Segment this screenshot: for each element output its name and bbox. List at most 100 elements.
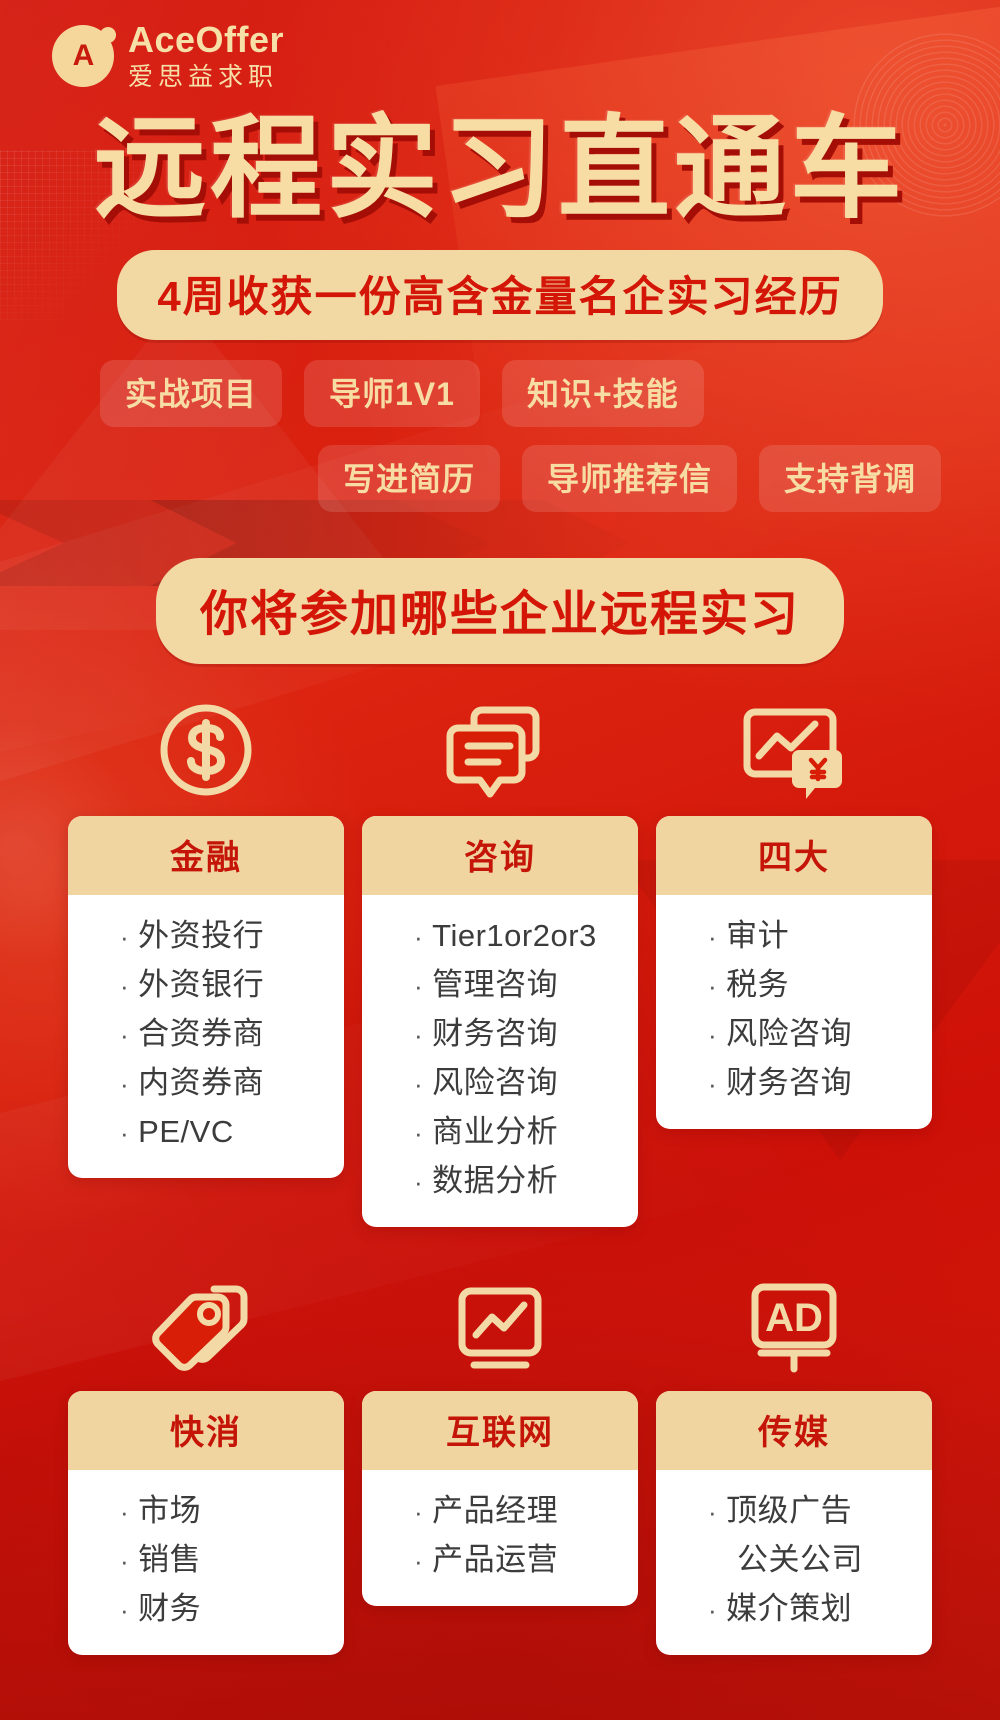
list-item: · PE/VC bbox=[120, 1107, 344, 1156]
bullet-icon: · bbox=[120, 1594, 130, 1625]
list-item-label: 市场 bbox=[138, 1492, 202, 1528]
chart-yen-icon bbox=[739, 690, 849, 802]
bullet-icon: · bbox=[120, 1117, 130, 1148]
list-item-label: 风险咨询 bbox=[432, 1064, 559, 1100]
bullet-icon: · bbox=[414, 1166, 424, 1197]
list-item: · 媒介策划 bbox=[708, 1584, 932, 1633]
list-item: · Tier1or2or3 bbox=[414, 911, 638, 960]
category-column-fmcg: 快消 · 市场 · 销售 · 财务 bbox=[68, 1265, 344, 1655]
list-item: · 风险咨询 bbox=[414, 1058, 638, 1107]
list-item: · 商业分析 bbox=[414, 1107, 638, 1156]
list-item: · 审计 bbox=[708, 911, 932, 960]
card-title: 快消 bbox=[68, 1390, 344, 1470]
dollar-coin-icon bbox=[154, 690, 258, 802]
list-item: · 财务咨询 bbox=[414, 1009, 638, 1058]
bullet-icon: · bbox=[708, 970, 718, 1001]
bullet-icon: · bbox=[414, 1545, 424, 1576]
list-item-label: 内资券商 bbox=[138, 1064, 265, 1100]
bullet-icon: · bbox=[120, 1068, 130, 1099]
list-item-label: 商业分析 bbox=[432, 1113, 559, 1149]
list-item-label: 数据分析 bbox=[432, 1162, 559, 1198]
brand-logo: A AceOffer 爱思益求职 bbox=[0, 0, 1000, 90]
page-title: 远程实习直通车 bbox=[94, 106, 906, 231]
feature-tag: 导师推荐信 bbox=[522, 444, 738, 512]
list-item-label: 管理咨询 bbox=[432, 966, 559, 1002]
list-item-label: 公关公司 bbox=[737, 1541, 863, 1577]
feature-tags-row-1: 实战项目 导师1V1 知识+技能 bbox=[0, 359, 1000, 427]
ad-board-icon: AD bbox=[741, 1265, 847, 1377]
chart-monitor-icon bbox=[446, 1265, 554, 1377]
category-column-finance: 金融 · 外资投行 · 外资银行 · 合资券商 · 内资券商 · PE/VC bbox=[68, 690, 344, 1227]
bullet-icon: · bbox=[708, 921, 718, 952]
card-items: · Tier1or2or3 · 管理咨询 · 财务咨询 · 风险咨询 · 商业分析 · 数据… bbox=[362, 895, 638, 1227]
feature-tags-row-2: 写进简历 导师推荐信 支持背调 bbox=[0, 444, 1000, 512]
list-item: · 顶级广告 bbox=[708, 1486, 932, 1535]
category-grid-row-2: 快消 · 市场 · 销售 · 财务 互联网 · 产品经理 · 产品运营 AD 传… bbox=[0, 1265, 1000, 1655]
list-item: · 市场 bbox=[120, 1486, 344, 1535]
list-item-label: 财务咨询 bbox=[726, 1064, 853, 1100]
card-title: 咨询 bbox=[362, 815, 638, 895]
list-item-label: 外资投行 bbox=[138, 917, 265, 953]
list-item-label: 风险咨询 bbox=[726, 1015, 853, 1051]
bullet-icon: · bbox=[414, 970, 424, 1001]
list-item: · 外资投行 bbox=[120, 911, 344, 960]
card-title: 互联网 bbox=[362, 1390, 638, 1470]
feature-tag: 导师1V1 bbox=[304, 359, 480, 427]
bullet-icon: · bbox=[414, 1019, 424, 1050]
category-card: 快消 · 市场 · 销售 · 财务 bbox=[68, 1390, 344, 1655]
category-card: 金融 · 外资投行 · 外资银行 · 合资券商 · 内资券商 · PE/VC bbox=[68, 815, 344, 1178]
brand-name-en: AceOffer bbox=[128, 19, 285, 60]
category-column-big-four: 四大 · 审计 · 税务 · 风险咨询 · 财务咨询 bbox=[656, 690, 932, 1227]
bullet-icon: · bbox=[414, 1068, 424, 1099]
feature-tag: 写进简历 bbox=[318, 444, 501, 512]
subtitle-banner: 4周收获一份高含金量名企实习经历 bbox=[117, 249, 883, 340]
category-column-media: AD 传媒 · 顶级广告 公关公司 · 媒介策划 bbox=[656, 1265, 932, 1655]
category-column-internet: 互联网 · 产品经理 · 产品运营 bbox=[362, 1265, 638, 1655]
card-title: 四大 bbox=[656, 815, 932, 895]
list-item-label: Tier1or2or3 bbox=[432, 917, 597, 953]
list-item: · 风险咨询 bbox=[708, 1009, 932, 1058]
list-item-label: 财务 bbox=[138, 1590, 202, 1626]
list-item: · 财务咨询 bbox=[708, 1058, 932, 1107]
feature-tag: 知识+技能 bbox=[501, 359, 704, 427]
bullet-icon: · bbox=[120, 921, 130, 952]
brand-name-cn: 爱思益求职 bbox=[128, 63, 279, 91]
list-item-label: 媒介策划 bbox=[726, 1590, 853, 1626]
list-item-label: PE/VC bbox=[138, 1113, 234, 1149]
feature-tag: 实战项目 bbox=[100, 359, 283, 427]
list-item: · 数据分析 bbox=[414, 1156, 638, 1205]
list-item: 公关公司 bbox=[708, 1535, 932, 1584]
speech-bubbles-icon bbox=[444, 690, 556, 802]
svg-text:AD: AD bbox=[765, 1296, 823, 1340]
list-item-label: 外资银行 bbox=[138, 966, 265, 1002]
category-card: 四大 · 审计 · 税务 · 风险咨询 · 财务咨询 bbox=[656, 815, 932, 1129]
list-item-label: 顶级广告 bbox=[726, 1492, 853, 1528]
list-item: · 税务 bbox=[708, 960, 932, 1009]
bullet-icon: · bbox=[414, 1117, 424, 1148]
list-item-label: 销售 bbox=[138, 1541, 202, 1577]
bullet-icon: · bbox=[120, 1545, 130, 1576]
card-items: · 产品经理 · 产品运营 bbox=[362, 1470, 638, 1606]
bullet-icon: · bbox=[708, 1496, 718, 1527]
list-item: · 合资券商 bbox=[120, 1009, 344, 1058]
poster: A AceOffer 爱思益求职 远程实习直通车 4周收获一份高含金量名企实习经… bbox=[0, 0, 1000, 1720]
list-item: · 财务 bbox=[120, 1584, 344, 1633]
card-items: · 顶级广告 公关公司 · 媒介策划 bbox=[656, 1470, 932, 1655]
logo-mark-letter: A bbox=[72, 39, 95, 72]
category-column-consulting: 咨询 · Tier1or2or3 · 管理咨询 · 财务咨询 · 风险咨询 · 商业分析 … bbox=[362, 690, 638, 1227]
bullet-icon: · bbox=[708, 1068, 718, 1099]
card-items: · 审计 · 税务 · 风险咨询 · 财务咨询 bbox=[656, 895, 932, 1129]
category-card: 传媒 · 顶级广告 公关公司 · 媒介策划 bbox=[656, 1390, 932, 1655]
bullet-icon: · bbox=[708, 1019, 718, 1050]
list-item-label: 合资券商 bbox=[138, 1015, 265, 1051]
card-items: · 市场 · 销售 · 财务 bbox=[68, 1470, 344, 1655]
list-item: · 产品运营 bbox=[414, 1535, 638, 1584]
logo-mark-icon: A bbox=[52, 25, 114, 87]
bullet-icon: · bbox=[414, 1496, 424, 1527]
category-card: 咨询 · Tier1or2or3 · 管理咨询 · 财务咨询 · 风险咨询 · 商业分析 … bbox=[362, 815, 638, 1227]
card-title: 传媒 bbox=[656, 1390, 932, 1470]
list-item: · 销售 bbox=[120, 1535, 344, 1584]
feature-tag: 支持背调 bbox=[759, 444, 942, 512]
list-item: · 产品经理 bbox=[414, 1486, 638, 1535]
bullet-icon: · bbox=[120, 1496, 130, 1527]
